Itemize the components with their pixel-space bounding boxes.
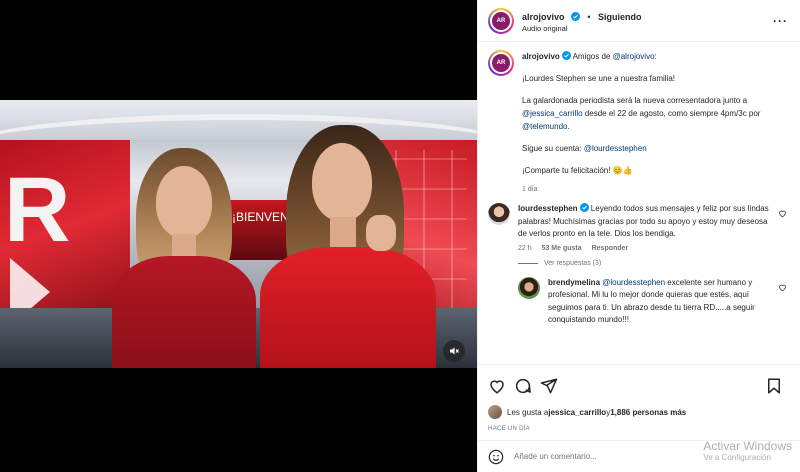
reply-button[interactable]: Responder [592, 245, 629, 252]
caption: AR alrojovivo Amigos de @alrojovivo: ¡Lo… [488, 50, 791, 203]
reply-comment: brendymelina @lourdesstephen excelente s… [518, 276, 791, 327]
post-video[interactable]: R ¡BIENVENI [0, 100, 477, 368]
comment-input[interactable] [514, 452, 684, 461]
likes-summary: Les gusta a jessica_carrillo y 1,886 per… [488, 405, 791, 419]
studio-logo-letter: R [4, 159, 70, 261]
intro-suffix: : [654, 52, 657, 61]
reply-body: brendymelina @lourdesstephen excelente s… [548, 277, 770, 327]
heart-icon[interactable] [778, 283, 787, 292]
following-button[interactable]: Siguiendo [598, 12, 642, 22]
mute-button[interactable] [443, 340, 465, 362]
separator: • [587, 11, 591, 22]
header-text: alrojovivo • Siguiendo Audio original [522, 9, 642, 33]
avatar[interactable] [488, 203, 510, 225]
caption-text: . [567, 122, 570, 131]
view-replies-label[interactable]: Ver respuestas (3) [544, 260, 601, 267]
media-area: R ¡BIENVENI [0, 0, 477, 472]
bookmark-icon[interactable] [765, 377, 783, 395]
caption-line: ¡Comparte tu felicitación! 😊👍 [522, 166, 633, 175]
caption-time[interactable]: 1 día [522, 186, 780, 193]
replies-line [518, 262, 538, 264]
mention-link[interactable]: @lourdesstephen [602, 278, 665, 287]
caption-paragraph: Sigue su cuenta: @lourdesstephen [522, 142, 780, 155]
windows-activation-watermark: Activar Windows Ve a Configuración [703, 439, 792, 462]
caption-line: ¡Lourdes Stephen se une a nuestra famili… [522, 74, 675, 83]
caption-body: alrojovivo Amigos de @alrojovivo: ¡Lourd… [522, 50, 780, 203]
verified-icon [570, 11, 580, 21]
avatar-inner: AR [490, 9, 512, 32]
audio-label[interactable]: Audio original [522, 24, 642, 33]
brand-logo: AR [492, 54, 510, 72]
post-date[interactable]: HACE UN DÍA [488, 426, 791, 432]
view-replies[interactable]: Ver respuestas (3) [518, 260, 791, 267]
post-sidebar: AR alrojovivo • Siguiendo Audio original… [477, 0, 800, 472]
avatar[interactable] [518, 276, 540, 299]
reply-username[interactable]: brendymelina [548, 278, 600, 287]
likes-prefix: Les gusta a [507, 407, 549, 417]
heart-icon[interactable] [778, 209, 787, 218]
likes-count[interactable]: 1,886 personas más [610, 408, 686, 417]
smile-icon[interactable] [488, 449, 504, 465]
brand-logo: AR [492, 11, 510, 30]
face [312, 143, 372, 221]
intro-prefix: Amigos de [572, 52, 613, 61]
header-row: alrojovivo • Siguiendo [522, 9, 642, 24]
caption-text: La galardonada periodista será la nueva … [522, 96, 748, 105]
caption-username[interactable]: alrojovivo [522, 52, 560, 61]
comment-likes[interactable]: 53 Me gusta [542, 245, 582, 252]
comments-scroll[interactable]: AR alrojovivo Amigos de @alrojovivo: ¡Lo… [478, 42, 800, 364]
more-icon[interactable]: ··· [773, 14, 788, 28]
likes-user[interactable]: jessica_carrillo [548, 408, 606, 417]
watermark-line2: Ve a Configuración [703, 453, 771, 462]
mention-link[interactable]: @alrojovivo [613, 52, 655, 61]
mention-link[interactable]: @telemundo [522, 122, 567, 131]
comment-body: lourdesstephen Leyendo todos sus mensaje… [518, 203, 770, 252]
comment-icon[interactable] [514, 377, 532, 395]
caption-text: Sigue su cuenta: [522, 144, 584, 153]
mention-link[interactable]: @jessica_carrillo [522, 109, 583, 118]
caption-avatar[interactable]: AR [488, 50, 514, 76]
share-icon[interactable] [540, 377, 558, 395]
instagram-post-view: R ¡BIENVENI AR alrojovivo • Siguiendo Au… [0, 0, 800, 472]
caption-intro: alrojovivo Amigos de @alrojovivo: [522, 50, 780, 63]
face [156, 166, 212, 238]
mute-icon [450, 347, 459, 355]
caption-text: desde el 22 de agosto, como siempre 4pm/… [582, 109, 761, 118]
comment-time[interactable]: 22 h [518, 245, 532, 252]
person-left [98, 138, 268, 368]
comment-username[interactable]: lourdesstephen [518, 204, 578, 213]
caption-paragraph: La galardonada periodista será la nueva … [522, 94, 780, 133]
mention-link[interactable]: @lourdesstephen [584, 144, 647, 153]
avatar[interactable] [488, 405, 502, 419]
verified-icon [579, 203, 589, 212]
post-header: AR alrojovivo • Siguiendo Audio original… [478, 0, 800, 42]
action-icons [488, 373, 791, 399]
verified-icon [561, 51, 571, 60]
comment: lourdesstephen Leyendo todos sus mensaje… [488, 203, 791, 252]
watermark-line1: Activar Windows [703, 439, 792, 453]
avatar[interactable]: AR [488, 7, 514, 34]
red-blazer [260, 247, 436, 368]
raised-hand [366, 215, 396, 251]
heart-icon[interactable] [488, 377, 506, 395]
post-actions: Les gusta a jessica_carrillo y 1,886 per… [478, 364, 800, 432]
avatar-inner: AR [490, 52, 512, 74]
red-dress [112, 256, 256, 368]
comment-meta: 22 h 53 Me gusta Responder [518, 245, 770, 252]
header-username[interactable]: alrojovivo [522, 12, 565, 22]
person-right [250, 123, 450, 368]
